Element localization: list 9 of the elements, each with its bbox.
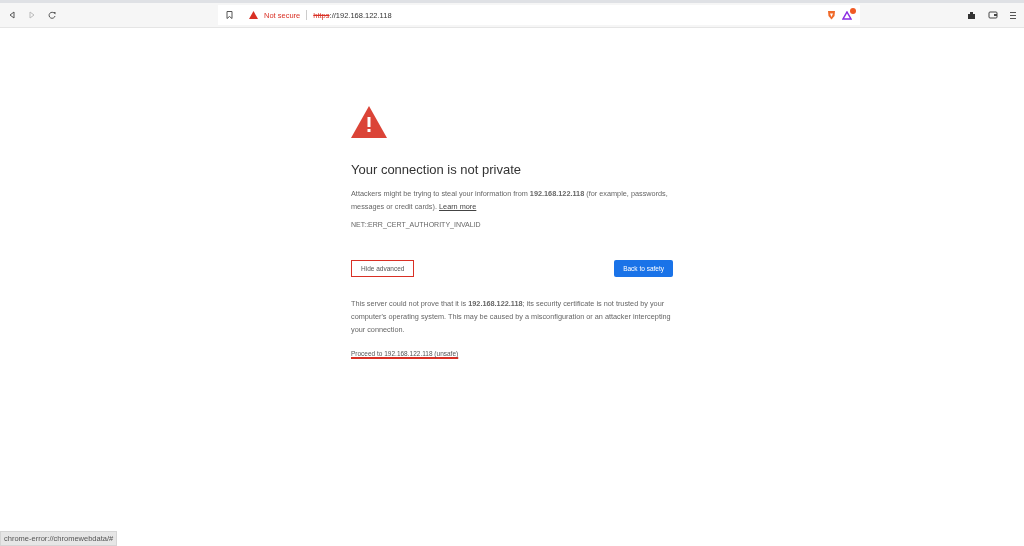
back-icon[interactable]	[8, 11, 16, 19]
lion-shield-icon[interactable]	[827, 10, 836, 20]
warning-icon	[351, 106, 387, 138]
wallet-icon[interactable]	[988, 11, 998, 19]
warning-icon	[249, 11, 258, 19]
menu-icon[interactable]	[1010, 10, 1016, 20]
bookmark-icon[interactable]	[226, 11, 233, 19]
reload-icon[interactable]	[48, 11, 56, 19]
page-title: Your connection is not private	[351, 162, 523, 177]
